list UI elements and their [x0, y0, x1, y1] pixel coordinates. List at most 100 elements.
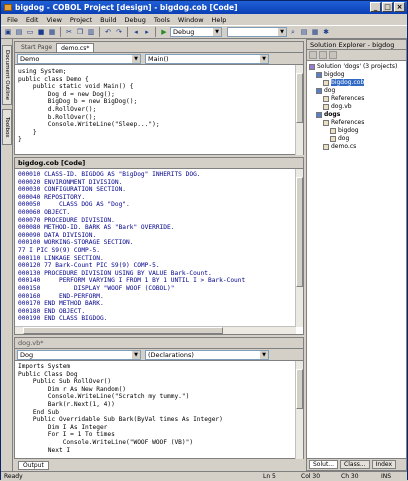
tree-item[interactable]: demo.cs	[309, 143, 406, 151]
code-line: BigDog b = new BigDog();	[18, 98, 138, 106]
tree-item[interactable]: Solution 'dogs' (3 projects)	[309, 63, 406, 71]
properties-icon[interactable]	[309, 51, 317, 59]
tree-item[interactable]: bigdog	[309, 71, 406, 79]
code-line: d.RollOver();	[18, 105, 97, 113]
code-line: 000070 PROCEDURE DIVISION.	[18, 216, 115, 224]
tree-item-label: Solution 'dogs' (3 projects)	[317, 63, 398, 70]
vertical-scrollbar[interactable]	[295, 361, 303, 459]
tree-item[interactable]: References	[309, 119, 406, 127]
tab-solution-explorer[interactable]: Solut...	[309, 460, 339, 469]
file-icon	[330, 127, 336, 134]
code-line: public static void Main() {	[18, 83, 134, 91]
toolbox-icon[interactable]: ✱	[321, 27, 331, 37]
tree-item[interactable]: bigdog	[309, 127, 406, 135]
solution-config-select[interactable]: Debug ▼	[170, 27, 222, 37]
solution-config-value: Debug	[173, 28, 195, 36]
vertical-scrollbar[interactable]	[295, 65, 303, 155]
horizontal-scrollbar[interactable]	[15, 326, 296, 334]
project-icon	[316, 111, 322, 118]
tree-item[interactable]: bigdog.cob	[309, 79, 406, 87]
tab-document-outline[interactable]: Document Outline	[2, 45, 12, 105]
tab-output[interactable]: Output	[18, 461, 49, 470]
tab-index[interactable]: Index	[371, 460, 397, 469]
redo-icon[interactable]: ↷	[114, 27, 124, 37]
nav-forward-icon[interactable]: ▸	[142, 27, 152, 37]
tree-item[interactable]: dogs	[309, 111, 406, 119]
tree-item[interactable]: dog.vb	[309, 103, 406, 111]
solution-icon	[309, 63, 315, 70]
menu-file[interactable]: File	[3, 16, 22, 24]
tab-class-view[interactable]: Class...	[340, 460, 370, 469]
code-editor[interactable]: 000010 CLASS-ID. BIGDOG AS "BigDog" INHE…	[15, 169, 303, 325]
window-title: bigdog - COBOL Project [design] - bigdog…	[15, 3, 238, 12]
code-line: Console.WriteLine("Sleep...");	[18, 121, 160, 129]
save-all-icon[interactable]: ▦	[47, 27, 57, 37]
status-bar: Ready Ln 5 Col 30 Ch 30 INS	[1, 471, 407, 480]
solution-explorer-icon[interactable]: ▤	[299, 27, 309, 37]
editor-pane-bigdog: bigdog.cob [Code] 000010 CLASS-ID. BIGDO…	[14, 157, 304, 335]
undo-icon[interactable]: ↶	[103, 27, 113, 37]
maximize-button[interactable]: □	[382, 2, 393, 12]
copy-icon[interactable]: ❐	[75, 27, 85, 37]
cut-icon[interactable]: ✂	[64, 27, 74, 37]
menu-window[interactable]: Window	[174, 16, 208, 24]
save-icon[interactable]: ■	[36, 27, 46, 37]
code-editor[interactable]: Imports System Public Class Dog Public Su…	[15, 361, 303, 457]
menu-tools[interactable]: Tools	[150, 16, 174, 24]
method-select-value: (Declarations)	[148, 350, 194, 359]
code-line: 000080 METHOD-ID. BARK AS "Bark" OVERRID…	[18, 224, 175, 232]
code-line: Next I	[18, 446, 71, 454]
find-combo[interactable]: ▼	[227, 27, 287, 37]
minimize-button[interactable]: _	[370, 2, 381, 12]
bottom-tool-tabs: Output	[14, 460, 304, 471]
tree-item[interactable]: dog	[309, 135, 406, 143]
tree-item[interactable]: dog	[309, 87, 406, 95]
new-project-icon[interactable]: ▣	[3, 27, 13, 37]
vertical-scrollbar[interactable]	[295, 169, 303, 327]
class-select[interactable]: Dog ▼	[17, 349, 141, 360]
code-line: 000150 DISPLAY "WOOF WOOF (COBOL)"	[18, 284, 175, 292]
add-item-icon[interactable]: ▤	[14, 27, 24, 37]
menu-edit[interactable]: Edit	[22, 16, 43, 24]
nav-back-icon[interactable]: ◂	[131, 27, 141, 37]
file-icon	[323, 79, 329, 86]
paste-icon[interactable]: ▥	[86, 27, 96, 37]
code-line: End Sub	[18, 408, 59, 416]
tab-start-page[interactable]: Start Page	[17, 43, 56, 52]
code-editor[interactable]: using System; public class Demo { public …	[15, 65, 303, 145]
menu-view[interactable]: View	[42, 16, 65, 24]
pane-caption: bigdog.cob [Code]	[15, 158, 303, 169]
menu-debug[interactable]: Debug	[121, 16, 150, 24]
show-all-files-icon[interactable]	[319, 51, 327, 59]
tree-item[interactable]: References	[309, 95, 406, 103]
member-select-value: Main()	[148, 54, 169, 63]
menu-build[interactable]: Build	[96, 16, 120, 24]
tab-demo-cs[interactable]: demo.cs*	[56, 43, 95, 52]
code-line: 000140 PERFORM VARYING I FROM 1 BY 1 UNT…	[18, 277, 246, 285]
tree-item-label: demo.cs	[331, 143, 357, 150]
code-line: Public Overridable Sub Bark(ByVal times …	[18, 416, 223, 424]
refresh-icon[interactable]	[329, 51, 337, 59]
title-bar: bigdog - COBOL Project [design] - bigdog…	[1, 1, 407, 14]
tab-toolbox[interactable]: Toolbox	[2, 109, 12, 145]
tree-item-label: dog.vb	[331, 103, 352, 110]
editor-pane-demo: Start Page demo.cs* Demo ▼ Main() ▼ usin…	[14, 41, 304, 155]
method-select[interactable]: (Declarations) ▼	[145, 349, 269, 360]
properties-icon[interactable]: ▦	[310, 27, 320, 37]
pane-caption: dog.vb*	[15, 338, 303, 349]
member-select[interactable]: Main() ▼	[145, 53, 269, 64]
code-line: 000180 END OBJECT.	[18, 307, 86, 315]
find-icon[interactable]: ⌕	[288, 27, 298, 37]
open-icon[interactable]: ▭	[25, 27, 35, 37]
menu-project[interactable]: Project	[66, 16, 96, 24]
code-line: 000030 CONFIGURATION SECTION.	[18, 186, 127, 194]
code-line: 000090 DATA DIVISION.	[18, 231, 97, 239]
close-button[interactable]: ×	[394, 2, 405, 12]
tree-item-label: dogs	[324, 111, 341, 118]
solution-explorer: Solution Explorer - bigdog Solution 'dog…	[306, 39, 407, 471]
code-line: 000060 OBJECT.	[18, 208, 71, 216]
menu-help[interactable]: Help	[208, 16, 231, 24]
start-icon[interactable]: ▶	[159, 27, 169, 37]
code-line: 000130 PROCEDURE DIVISION USING BY VALUE…	[18, 269, 212, 277]
type-select[interactable]: Demo ▼	[17, 53, 141, 64]
